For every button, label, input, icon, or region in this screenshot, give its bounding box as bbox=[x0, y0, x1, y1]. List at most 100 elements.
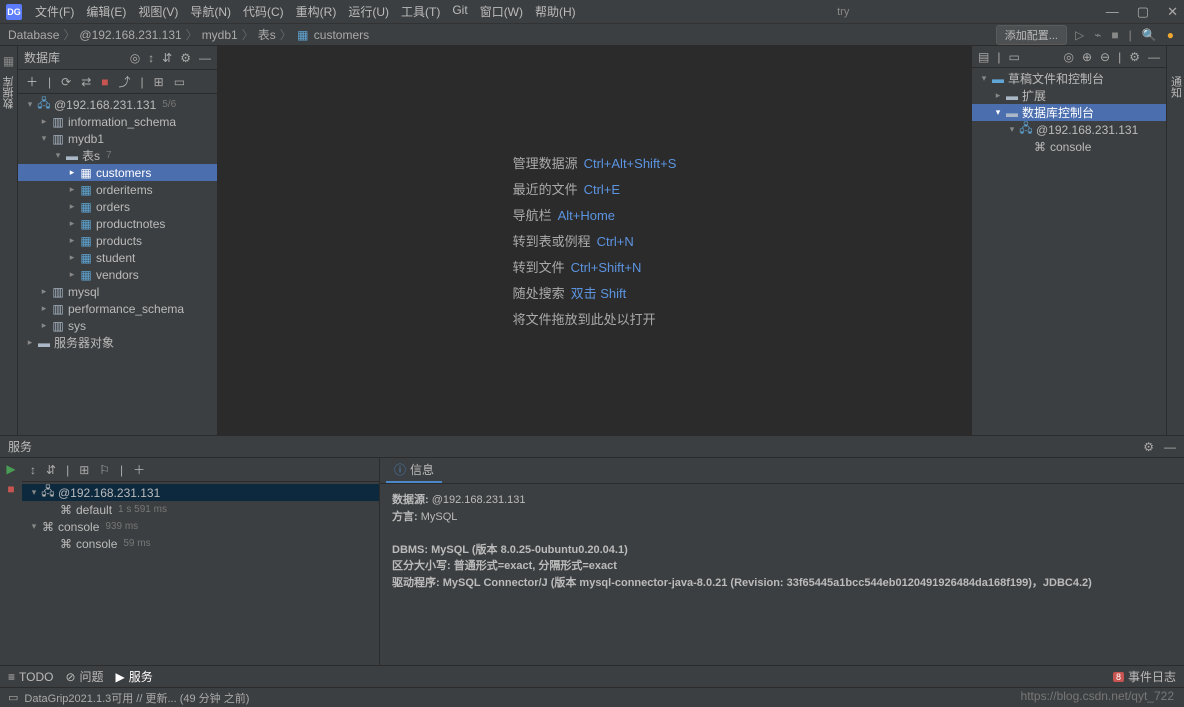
stop-icon[interactable]: ■ bbox=[7, 482, 14, 496]
tree-item-productnotes[interactable]: ▸▦productnotes bbox=[18, 215, 217, 232]
add-datasource-icon[interactable]: ＋ bbox=[26, 73, 38, 90]
service-item-@192.168.231.131[interactable]: ▾🖧@192.168.231.131 bbox=[22, 484, 379, 501]
disconnect-icon[interactable]: ■ bbox=[101, 75, 108, 89]
chevron-icon[interactable]: ▸ bbox=[66, 269, 78, 280]
tree-item-mydb1[interactable]: ▾▥mydb1 bbox=[18, 130, 217, 147]
gear-icon[interactable]: ⚙ bbox=[1143, 440, 1154, 454]
breadcrumb-item[interactable]: mydb1 bbox=[202, 28, 238, 42]
sort-icon[interactable]: ↕ bbox=[148, 51, 154, 65]
breadcrumb-item[interactable]: 表s bbox=[258, 26, 276, 43]
menu-item[interactable]: 窗口(W) bbox=[475, 1, 528, 22]
profile-icon[interactable]: ● bbox=[1165, 26, 1176, 44]
menu-item[interactable]: 视图(V) bbox=[133, 1, 183, 22]
tool-tab-TODO[interactable]: ≡TODO bbox=[8, 670, 53, 684]
menu-item[interactable]: 帮助(H) bbox=[530, 1, 581, 22]
stop-icon[interactable]: ■ bbox=[1109, 26, 1120, 44]
maximize-icon[interactable]: ▢ bbox=[1137, 4, 1149, 20]
tree-item-@192.168.231.131[interactable]: ▾🖧@192.168.231.1315/6 bbox=[18, 96, 217, 113]
chevron-icon[interactable]: ▾ bbox=[28, 521, 40, 532]
notifications-label[interactable]: 通知 bbox=[1168, 76, 1184, 98]
tree-item-orders[interactable]: ▸▦orders bbox=[18, 198, 217, 215]
chevron-icon[interactable]: ▸ bbox=[66, 167, 78, 178]
chevron-icon[interactable]: ▸ bbox=[38, 116, 50, 127]
jump-icon[interactable]: ⤴ bbox=[119, 73, 131, 90]
scratch-tree[interactable]: ▾▬草稿文件和控制台▸▬扩展▾▬数据库控制台▾🖧@192.168.231.131… bbox=[972, 68, 1166, 435]
chevron-icon[interactable]: ▸ bbox=[66, 201, 78, 212]
database-tool-icon[interactable]: ▦ bbox=[3, 54, 14, 68]
minimize-icon[interactable]: — bbox=[1106, 4, 1119, 20]
gear-icon[interactable]: ⚙ bbox=[1129, 50, 1140, 64]
chevron-icon[interactable]: ▾ bbox=[1006, 124, 1018, 135]
menu-item[interactable]: 重构(R) bbox=[291, 1, 342, 22]
collapse-icon[interactable]: ⊖ bbox=[1100, 50, 1110, 64]
run-icon[interactable]: ▶ bbox=[6, 462, 15, 476]
group-icon[interactable]: ⊞ bbox=[79, 463, 89, 477]
chevron-icon[interactable]: ▸ bbox=[38, 303, 50, 314]
add-icon[interactable]: ＋ bbox=[133, 461, 145, 478]
menu-item[interactable]: 代码(C) bbox=[238, 1, 289, 22]
tree-item-performance_schema[interactable]: ▸▥performance_schema bbox=[18, 300, 217, 317]
search-icon[interactable]: 🔍 bbox=[1140, 26, 1159, 44]
sync-icon[interactable]: ⇄ bbox=[81, 75, 91, 89]
chevron-icon[interactable]: ▾ bbox=[38, 133, 50, 144]
tree-item-草稿文件和控制台[interactable]: ▾▬草稿文件和控制台 bbox=[972, 70, 1166, 87]
tree-item-products[interactable]: ▸▦products bbox=[18, 232, 217, 249]
bookmark-icon[interactable]: ⚐ bbox=[99, 463, 110, 477]
tree-item-information_schema[interactable]: ▸▥information_schema bbox=[18, 113, 217, 130]
tree-item-console[interactable]: ⌘console bbox=[972, 138, 1166, 155]
services-tree[interactable]: ▾🖧@192.168.231.131⌘default1 s 591 ms▾⌘co… bbox=[22, 482, 379, 554]
chevron-icon[interactable]: ▾ bbox=[992, 107, 1004, 118]
service-item-console[interactable]: ▾⌘console939 ms bbox=[22, 518, 379, 535]
database-tool-label[interactable]: 数据库 bbox=[1, 72, 17, 113]
folder-icon[interactable]: ▭ bbox=[1008, 50, 1019, 64]
tab-info[interactable]: ⓘ 信息 bbox=[386, 458, 442, 483]
chevron-icon[interactable]: ▸ bbox=[992, 90, 1004, 101]
tree-item-vendors[interactable]: ▸▦vendors bbox=[18, 266, 217, 283]
breadcrumb-item[interactable]: customers bbox=[314, 28, 369, 42]
gear-icon[interactable]: ⚙ bbox=[180, 51, 191, 65]
tree-item-orderitems[interactable]: ▸▦orderitems bbox=[18, 181, 217, 198]
event-log-label[interactable]: 事件日志 bbox=[1128, 668, 1176, 685]
target-icon[interactable]: ◎ bbox=[1064, 50, 1074, 64]
breadcrumb[interactable]: Database〉@192.168.231.131〉mydb1〉表s〉▦cust… bbox=[8, 26, 369, 43]
chevron-icon[interactable]: ▸ bbox=[66, 218, 78, 229]
tree-item-sys[interactable]: ▸▥sys bbox=[18, 317, 217, 334]
database-tree[interactable]: ▾🖧@192.168.231.1315/6▸▥information_schem… bbox=[18, 94, 217, 435]
close-icon[interactable]: ✕ bbox=[1167, 4, 1178, 20]
chevron-icon[interactable]: ▾ bbox=[28, 487, 40, 498]
chevron-icon[interactable]: ▸ bbox=[24, 337, 36, 348]
filter-icon[interactable]: ⇵ bbox=[162, 51, 172, 65]
breadcrumb-item[interactable]: @192.168.231.131 bbox=[79, 28, 181, 42]
tree-item-数据库控制台[interactable]: ▾▬数据库控制台 bbox=[972, 104, 1166, 121]
menu-item[interactable]: 导航(N) bbox=[185, 1, 236, 22]
tree-item-@192.168.231.131[interactable]: ▾🖧@192.168.231.131 bbox=[972, 121, 1166, 138]
minimize-panel-icon[interactable]: — bbox=[1164, 440, 1176, 454]
service-item-console[interactable]: ⌘console59 ms bbox=[22, 535, 379, 552]
chevron-icon[interactable]: ▾ bbox=[978, 73, 990, 84]
filter-icon[interactable]: ⇵ bbox=[46, 463, 56, 477]
tree-item-服务器对象[interactable]: ▸▬服务器对象 bbox=[18, 334, 217, 351]
list-view-icon[interactable]: ▤ bbox=[978, 50, 989, 64]
chevron-icon[interactable]: ▾ bbox=[24, 99, 36, 110]
chevron-icon[interactable]: ▸ bbox=[38, 286, 50, 297]
menu-item[interactable]: Git bbox=[447, 1, 472, 22]
chevron-icon[interactable]: ▾ bbox=[52, 150, 64, 161]
expand-icon[interactable]: ⊕ bbox=[1082, 50, 1092, 64]
menu-item[interactable]: 文件(F) bbox=[30, 1, 79, 22]
chevron-icon[interactable]: ▸ bbox=[66, 252, 78, 263]
window-controls[interactable]: — ▢ ✕ bbox=[1106, 4, 1178, 20]
console-icon[interactable]: ▭ bbox=[174, 75, 185, 89]
editor-area[interactable]: 管理数据源Ctrl+Alt+Shift+S最近的文件Ctrl+E导航栏Alt+H… bbox=[218, 46, 971, 435]
sort-icon[interactable]: ↕ bbox=[30, 463, 36, 477]
chevron-icon[interactable]: ▸ bbox=[66, 184, 78, 195]
main-menu[interactable]: 文件(F)编辑(E)视图(V)导航(N)代码(C)重构(R)运行(U)工具(T)… bbox=[30, 1, 581, 22]
expand-icon[interactable]: ⊞ bbox=[154, 75, 164, 89]
tree-item-mysql[interactable]: ▸▥mysql bbox=[18, 283, 217, 300]
tree-item-customers[interactable]: ▸▦customers bbox=[18, 164, 217, 181]
tool-tab-问题[interactable]: ⊘问题 bbox=[65, 668, 103, 685]
chevron-icon[interactable]: ▸ bbox=[38, 320, 50, 331]
menu-item[interactable]: 编辑(E) bbox=[81, 1, 131, 22]
tree-item-student[interactable]: ▸▦student bbox=[18, 249, 217, 266]
tool-tabs-right[interactable]: 8 事件日志 bbox=[1113, 668, 1176, 685]
tool-tab-服务[interactable]: ▶服务 bbox=[116, 668, 153, 685]
